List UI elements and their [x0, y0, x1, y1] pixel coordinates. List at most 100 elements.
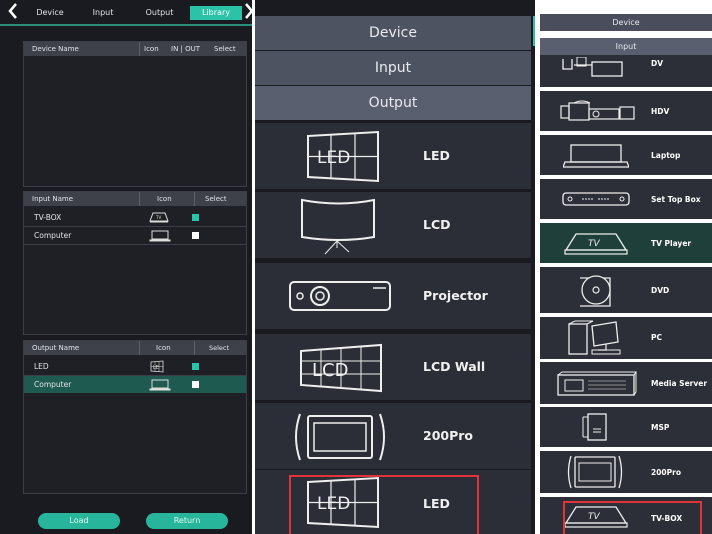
list-item[interactable]: Laptop	[540, 135, 712, 175]
row-name: Computer	[34, 231, 72, 240]
media-server-icon	[557, 371, 637, 396]
item-label: DVD	[651, 286, 670, 295]
tab-output[interactable]: Output	[255, 86, 531, 120]
list-item[interactable]: MSP	[540, 407, 712, 447]
item-label: 200Pro	[423, 428, 474, 443]
lcd-wall-icon: LCD	[300, 343, 382, 393]
svg-text:LED: LED	[317, 148, 350, 168]
column-divider	[139, 192, 140, 206]
select-header: Select	[214, 45, 236, 53]
svg-text:LCD: LCD	[312, 360, 348, 381]
list-item[interactable]: Set Top Box	[540, 179, 712, 219]
select-checkbox[interactable]	[192, 232, 199, 239]
led-wall-icon: LED	[307, 130, 379, 183]
library-panel: Device Input Output Library Device Name …	[0, 0, 252, 534]
tab-input[interactable]: Input	[83, 6, 123, 20]
input-device-list: Device Input DV HDV Laptop Set Top Box T…	[540, 0, 712, 534]
icon-header: Icon	[156, 344, 171, 352]
input-table: Input Name Icon Select TV-BOX TV Compute…	[23, 191, 247, 335]
item-label: HDV	[651, 107, 670, 116]
item-label: Media Server	[651, 379, 708, 388]
tab-library[interactable]: Library	[190, 6, 242, 20]
list-item[interactable]: TV TV Player	[540, 223, 712, 263]
led-wall-icon: LE	[150, 360, 164, 373]
200pro-icon	[295, 413, 385, 461]
table-row[interactable]: LED LE	[24, 358, 246, 376]
list-item[interactable]: PC	[540, 317, 712, 359]
projector-icon	[289, 281, 391, 311]
icon-header: Icon	[144, 45, 159, 53]
svg-text:TV: TV	[155, 215, 161, 220]
column-divider	[139, 42, 140, 56]
scrollbar[interactable]	[533, 16, 535, 46]
tv-player-icon: TV	[564, 233, 628, 255]
selection-highlight	[289, 475, 479, 534]
item-label: 200Pro	[651, 468, 682, 477]
icon-header: Icon	[157, 195, 172, 203]
chevron-right-icon[interactable]	[244, 3, 252, 19]
device-table-header: Device Name Icon IN | OUT Select	[24, 42, 246, 56]
column-divider	[139, 341, 140, 355]
list-item[interactable]: LCD	[255, 192, 531, 258]
device-table: Device Name Icon IN | OUT Select	[23, 41, 247, 187]
table-row[interactable]: TV-BOX TV	[24, 209, 246, 227]
item-label: DV	[651, 59, 664, 68]
list-item[interactable]: LED LED	[255, 123, 531, 189]
item-label: PC	[651, 333, 663, 342]
select-header: Select	[205, 195, 227, 203]
select-checkbox[interactable]	[192, 381, 199, 388]
dv-camera-icon	[562, 57, 623, 77]
list-item[interactable]: Projector	[255, 263, 531, 329]
table-row[interactable]: Computer	[24, 376, 246, 393]
input-table-header: Input Name Icon Select	[24, 192, 246, 206]
hdv-camera-icon	[560, 100, 635, 121]
output-table: Output Name Icon Select LED LE Computer	[23, 340, 247, 494]
item-label: Set Top Box	[651, 195, 701, 204]
list-item[interactable]: 200Pro	[255, 403, 531, 469]
tab-input[interactable]: Input	[540, 38, 712, 55]
list-item[interactable]: DVD	[540, 267, 712, 313]
laptop-icon	[149, 379, 171, 391]
list-item[interactable]: LCD LCD Wall	[255, 334, 531, 400]
item-label: LCD Wall	[423, 359, 486, 374]
select-checkbox[interactable]	[192, 214, 199, 221]
list-item[interactable]: Media Server	[540, 362, 712, 404]
laptop-icon	[149, 230, 171, 242]
item-label: MSP	[651, 423, 670, 432]
set-top-box-icon	[562, 192, 630, 206]
row-name: Computer	[34, 380, 72, 389]
select-checkbox[interactable]	[192, 363, 199, 370]
column-divider	[194, 192, 195, 206]
svg-text:LE: LE	[153, 365, 159, 371]
tv-box-icon: TV	[149, 212, 169, 223]
tab-output[interactable]: Output	[137, 6, 182, 20]
in-out-header: IN | OUT	[171, 45, 201, 53]
table-row[interactable]: Computer	[24, 227, 246, 245]
pc-icon	[568, 320, 621, 355]
return-button[interactable]: Return	[146, 513, 228, 529]
item-label: TV Player	[651, 239, 692, 248]
item-label: Laptop	[651, 151, 681, 160]
list-item[interactable]: HDV	[540, 91, 712, 131]
output-device-list: Device Input Output LED LED LCD Projecto…	[255, 0, 535, 534]
tab-device[interactable]: Device	[255, 16, 531, 50]
output-table-header: Output Name Icon Select	[24, 341, 246, 355]
column-divider	[194, 341, 195, 355]
select-header: Select	[209, 344, 230, 352]
tab-device[interactable]: Device	[540, 14, 712, 31]
device-name-header: Device Name	[32, 45, 79, 53]
row-name: TV-BOX	[34, 213, 62, 222]
list-item[interactable]: 200Pro	[540, 451, 712, 493]
load-button[interactable]: Load	[38, 513, 120, 529]
tab-device[interactable]: Device	[30, 6, 70, 20]
input-name-header: Input Name	[32, 195, 74, 203]
lcd-screen-icon	[301, 198, 375, 255]
tab-input[interactable]: Input	[255, 51, 531, 85]
chevron-left-icon[interactable]	[8, 3, 18, 19]
list-item[interactable]: DV	[540, 55, 712, 87]
selection-highlight	[563, 501, 702, 534]
msp-icon	[582, 413, 607, 441]
laptop-icon	[563, 144, 629, 168]
dvd-icon	[580, 275, 611, 307]
item-label: LCD	[423, 217, 451, 232]
